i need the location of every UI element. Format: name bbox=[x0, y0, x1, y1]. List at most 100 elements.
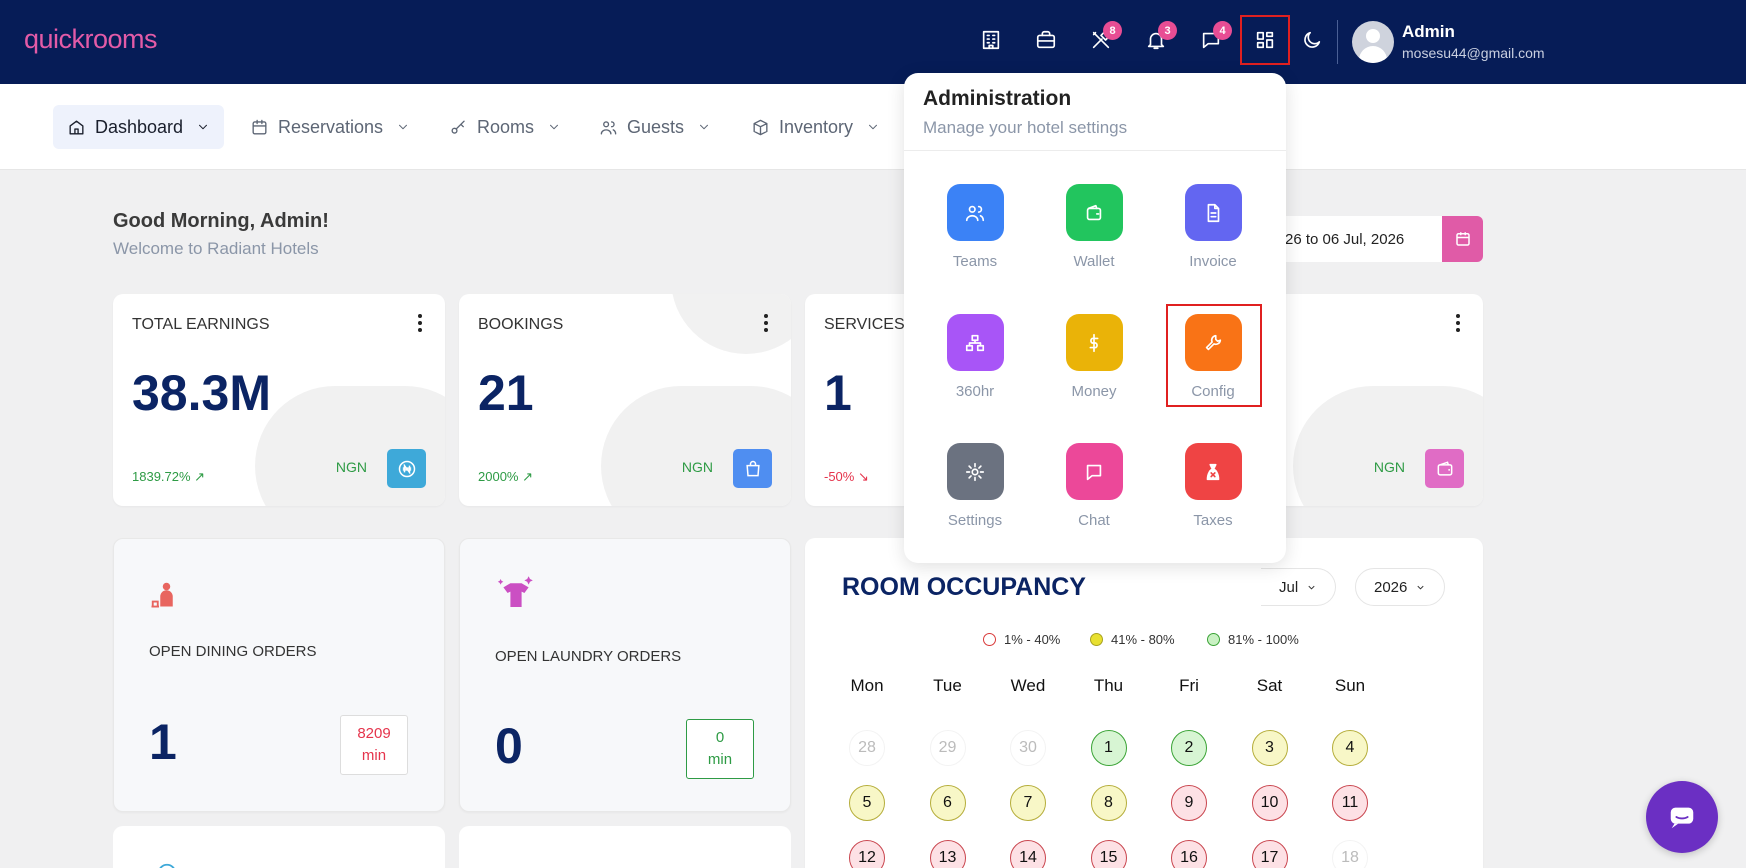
stat-change: 1839.72% ↗ bbox=[132, 469, 206, 484]
support-chat-button[interactable] bbox=[1646, 781, 1718, 853]
stat-value: 38.3M bbox=[132, 365, 271, 421]
wallet-icon bbox=[1065, 184, 1123, 241]
tile-settings[interactable]: Settings bbox=[930, 443, 1020, 529]
messages-icon[interactable]: 4 bbox=[1196, 21, 1232, 55]
tile-invoice[interactable]: Invoice bbox=[1168, 184, 1258, 270]
weekday-header: Sat bbox=[1256, 676, 1283, 695]
calendar-day[interactable]: 8 bbox=[1090, 785, 1127, 821]
tile-label: Taxes bbox=[1193, 512, 1233, 529]
tile-chat[interactable]: Chat bbox=[1049, 443, 1139, 529]
more-options-icon[interactable] bbox=[417, 314, 423, 332]
tools-badge: 8 bbox=[1103, 21, 1122, 40]
building-icon[interactable] bbox=[976, 25, 1006, 55]
shopping-bag-icon bbox=[733, 449, 772, 488]
more-options-icon[interactable] bbox=[763, 314, 769, 332]
calendar-day[interactable]: 13 bbox=[929, 840, 966, 868]
tile-360hr[interactable]: 360hr bbox=[930, 314, 1020, 400]
dark-mode-moon-icon[interactable] bbox=[1297, 25, 1327, 55]
month-select[interactable]: Jul bbox=[1261, 568, 1337, 606]
nav-label: Dashboard bbox=[95, 116, 184, 137]
calendar-day[interactable]: 14 bbox=[1010, 840, 1046, 868]
calendar-day[interactable]: 5 bbox=[849, 785, 885, 821]
greeting-title: Good Morning, Admin! bbox=[113, 210, 329, 232]
nav-reservations[interactable]: Reservations bbox=[236, 105, 424, 149]
bottom-card bbox=[459, 826, 791, 868]
user-name[interactable]: Admin bbox=[1402, 22, 1455, 42]
calendar-day[interactable]: 1 bbox=[1090, 730, 1127, 766]
order-minutes-unit: min bbox=[361, 747, 387, 764]
calendar-day[interactable]: 12 bbox=[849, 840, 885, 868]
calendar-day[interactable]: 3 bbox=[1251, 730, 1288, 766]
calendar-day[interactable]: 15 bbox=[1090, 840, 1127, 868]
calendar-day[interactable]: 9 bbox=[1171, 785, 1207, 821]
calendar-day[interactable]: 7 bbox=[1010, 785, 1046, 821]
tile-money[interactable]: Money bbox=[1049, 314, 1139, 400]
order-value: 1 bbox=[149, 714, 177, 770]
stat-card-total-earnings: TOTAL EARNINGS 38.3M 1839.72% ↗ NGN bbox=[113, 294, 445, 506]
weekday-header: Sun bbox=[1334, 676, 1366, 695]
app-logo[interactable]: quickrooms bbox=[24, 24, 158, 55]
chevron-down-icon bbox=[550, 124, 559, 130]
nav-label: Rooms bbox=[477, 116, 535, 137]
date-picker-button[interactable] bbox=[1442, 216, 1483, 262]
tile-taxes[interactable]: Taxes bbox=[1168, 443, 1258, 529]
tile-label: Chat bbox=[1078, 512, 1110, 529]
laundry-orders-card: OPEN LAUNDRY ORDERS 0 0 min bbox=[459, 538, 791, 812]
nav-label: Inventory bbox=[779, 116, 854, 137]
money-bag-icon bbox=[1184, 443, 1242, 500]
calendar-day[interactable]: 6 bbox=[929, 785, 966, 821]
order-time-box: 0 min bbox=[686, 719, 754, 779]
nav-inventory[interactable]: Inventory bbox=[737, 105, 894, 149]
calendar-day[interactable]: 16 bbox=[1171, 840, 1207, 868]
stat-title: SERVICES bbox=[824, 316, 905, 333]
calendar-day[interactable]: 17 bbox=[1251, 840, 1288, 868]
weekday-header: Wed bbox=[1010, 676, 1046, 695]
tile-teams[interactable]: Teams bbox=[930, 184, 1020, 270]
laundry-shirt-icon bbox=[497, 576, 533, 607]
calendar-day[interactable]: 29 bbox=[929, 730, 966, 766]
nav-guests[interactable]: Guests bbox=[585, 105, 725, 149]
notification-bell-icon[interactable]: 3 bbox=[1141, 21, 1177, 55]
order-time-box: 8209 min bbox=[340, 715, 408, 775]
wallet-icon bbox=[1425, 449, 1464, 488]
calendar-day[interactable]: 2 bbox=[1171, 730, 1207, 766]
calendar-day[interactable]: 30 bbox=[1010, 730, 1046, 766]
more-options-icon[interactable] bbox=[1455, 314, 1461, 332]
calendar-day[interactable]: 10 bbox=[1251, 785, 1288, 821]
nav-dashboard[interactable]: Dashboard bbox=[53, 105, 225, 149]
occupancy-title: ROOM OCCUPANCY bbox=[842, 573, 1086, 601]
dollar-icon bbox=[1065, 314, 1123, 371]
users-icon bbox=[946, 184, 1004, 241]
legend-high: 81% - 100% bbox=[1207, 632, 1299, 647]
messages-badge: 4 bbox=[1213, 21, 1232, 40]
tools-icon[interactable]: 8 bbox=[1086, 21, 1122, 55]
weekday-header: Mon bbox=[850, 676, 884, 695]
room-occupancy-card: ROOM OCCUPANCY Jul 2026 1% - 40% 41% - 8… bbox=[805, 538, 1483, 868]
nav-rooms[interactable]: Rooms bbox=[435, 105, 575, 149]
dining-orders-card: OPEN DINING ORDERS 1 8209 min bbox=[113, 538, 445, 812]
administration-menu: Administration Manage your hotel setting… bbox=[904, 73, 1286, 563]
user-avatar[interactable] bbox=[1352, 21, 1394, 63]
chevron-down-icon bbox=[1308, 585, 1315, 590]
order-minutes-unit: min bbox=[707, 751, 733, 768]
date-range-input[interactable]: 26 to 06 Jul, 2026 bbox=[1270, 216, 1442, 262]
briefcase-icon[interactable] bbox=[1031, 25, 1061, 55]
stat-currency: NGN bbox=[1373, 459, 1405, 475]
calendar-day[interactable]: 11 bbox=[1332, 785, 1368, 821]
chevron-down-icon bbox=[700, 124, 709, 130]
calendar-day[interactable]: 28 bbox=[849, 730, 885, 766]
calendar-day[interactable]: 18 bbox=[1332, 840, 1368, 868]
top-bar: quickrooms 8 3 4 Admin mosesu44@gmail.co… bbox=[0, 0, 1746, 84]
greeting-subtitle: Welcome to Radiant Hotels bbox=[113, 239, 319, 258]
order-value: 0 bbox=[495, 718, 523, 774]
calendar-day[interactable]: 4 bbox=[1332, 730, 1368, 766]
legend-mid: 41% - 80% bbox=[1090, 632, 1175, 647]
home-icon bbox=[69, 119, 84, 135]
year-value: 2026 bbox=[1374, 578, 1408, 596]
gear-icon bbox=[946, 443, 1004, 500]
tile-wallet[interactable]: Wallet bbox=[1049, 184, 1139, 270]
waiter-icon bbox=[151, 582, 173, 608]
tile-label: Teams bbox=[952, 253, 998, 270]
apps-grid-icon[interactable] bbox=[1240, 15, 1290, 65]
year-select[interactable]: 2026 bbox=[1355, 568, 1446, 606]
